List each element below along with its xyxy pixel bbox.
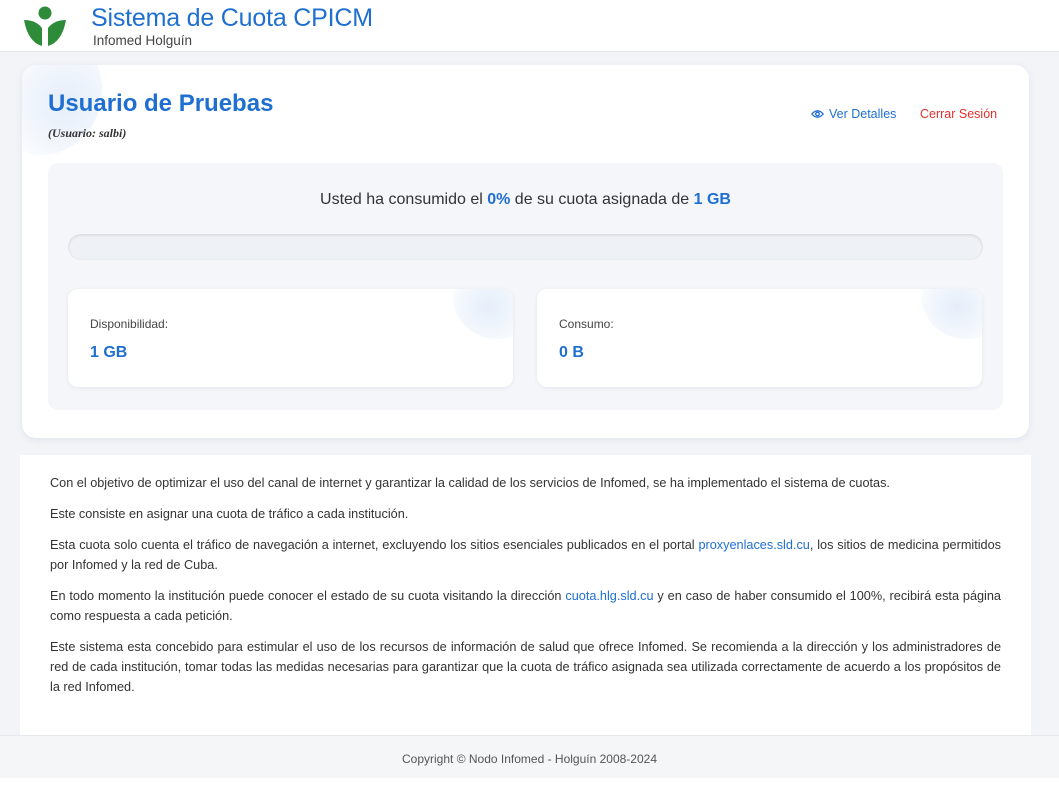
info-paragraph-1: Con el objetivo de optimizar el uso del … xyxy=(50,476,890,490)
app-title: Sistema de Cuota CPICM xyxy=(91,4,373,32)
consumption-card: Consumo: 0 B xyxy=(537,289,982,387)
availability-label: Disponibilidad: xyxy=(90,317,169,331)
usage-panel: Usted ha consumido el 0% de su cuota asi… xyxy=(48,163,1003,410)
info-paragraph-4: En todo momento la institución puede con… xyxy=(50,586,1001,626)
consumption-decoration xyxy=(922,289,982,339)
cuota-link[interactable]: cuota.hlg.sld.cu xyxy=(565,589,653,603)
info-p4-text-a: En todo momento la institución puede con… xyxy=(50,589,566,603)
info-p3-text-a: Esta cuota solo cuenta el tráfico de nav… xyxy=(50,538,699,552)
usage-progress-bar xyxy=(68,234,983,260)
user-name: Usuario de Pruebas xyxy=(48,90,274,117)
info-paragraph-5: Este sistema esta concebido para estimul… xyxy=(50,640,1001,694)
usage-prefix: Usted ha consumido el xyxy=(320,191,488,208)
usage-middle: de su cuota asignada de xyxy=(510,191,694,208)
consumption-label: Consumo: xyxy=(559,317,614,331)
logout-link[interactable]: Cerrar Sesión xyxy=(920,107,997,121)
availability-value: 1 GB xyxy=(90,344,128,361)
copyright-text: Copyright © Nodo Infomed - Holguín 2008-… xyxy=(402,752,657,766)
info-paragraph-3: Esta cuota solo cuenta el tráfico de nav… xyxy=(50,535,1001,575)
info-section: Con el objetivo de optimizar el uso del … xyxy=(20,455,1031,735)
user-card: Usuario de Pruebas (Usuario: salbi) Ver … xyxy=(22,65,1029,438)
app-subtitle: Infomed Holguín xyxy=(93,33,193,48)
infomed-logo-icon xyxy=(24,6,66,46)
proxyenlaces-link[interactable]: proxyenlaces.sld.cu xyxy=(698,538,809,552)
view-details-label: Ver Detalles xyxy=(829,107,897,121)
consumption-value: 0 B xyxy=(559,344,584,361)
user-id-line: (Usuario: salbi) xyxy=(48,126,127,140)
top-header: Sistema de Cuota CPICM Infomed Holguín xyxy=(0,0,1059,52)
availability-card: Disponibilidad: 1 GB xyxy=(68,289,513,387)
usage-percent: 0% xyxy=(487,191,511,208)
footer: Copyright © Nodo Infomed - Holguín 2008-… xyxy=(0,735,1059,778)
availability-decoration xyxy=(453,289,513,339)
usage-summary: Usted ha consumido el 0% de su cuota asi… xyxy=(48,191,1003,209)
view-details-link[interactable]: Ver Detalles xyxy=(811,107,896,121)
usage-quota: 1 GB xyxy=(693,191,731,208)
info-paragraph-2: Este consiste en asignar una cuota de tr… xyxy=(50,507,409,521)
eye-icon xyxy=(811,110,824,118)
